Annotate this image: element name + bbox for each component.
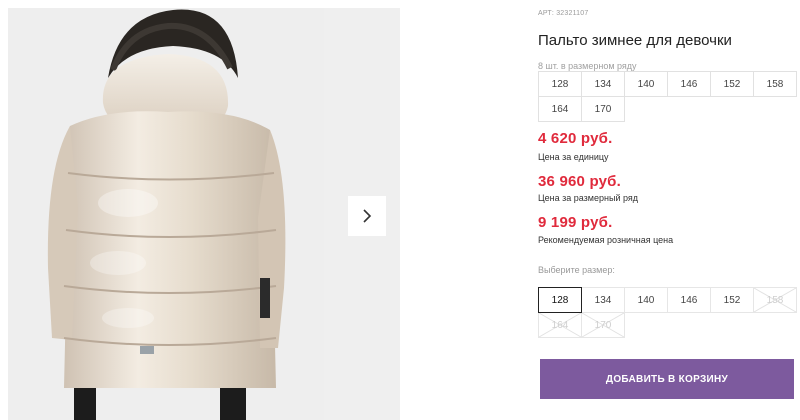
size-option-164: 164 bbox=[538, 312, 582, 338]
size-picker: 128 134 140 146 152 158 164 170 bbox=[538, 287, 797, 338]
choose-size-caption: Выберите размер: bbox=[538, 265, 615, 275]
size-option-134[interactable]: 134 bbox=[581, 287, 625, 313]
size-row-cell: 128 bbox=[538, 71, 582, 97]
product-gallery bbox=[0, 0, 400, 420]
retail-price-caption: Рекомендуемая розничная цена bbox=[538, 235, 674, 245]
size-row-cell: 158 bbox=[753, 71, 797, 97]
size-row-cell: 140 bbox=[624, 71, 668, 97]
retail-price: 9 199 руб. bbox=[538, 214, 613, 231]
size-row-caption: 8 шт. в размерном ряду bbox=[538, 61, 637, 71]
product-sku: АРТ: 32321107 bbox=[538, 10, 588, 17]
product-photo[interactable] bbox=[8, 8, 324, 420]
unit-price: 4 620 руб. bbox=[538, 130, 613, 147]
size-row-grid: 128 134 140 146 152 158 164 170 bbox=[538, 71, 797, 122]
size-option-label: 146 bbox=[680, 294, 698, 306]
coat-illustration bbox=[8, 8, 324, 420]
unit-price-caption: Цена за единицу bbox=[538, 152, 609, 162]
size-option-140[interactable]: 140 bbox=[624, 287, 668, 313]
product-info: АРТ: 32321107 Пальто зимнее для девочки … bbox=[538, 0, 800, 420]
size-row-cell: 146 bbox=[667, 71, 711, 97]
size-option-128[interactable]: 128 bbox=[538, 287, 582, 313]
size-option-label: 152 bbox=[723, 294, 741, 306]
size-option-label: 158 bbox=[766, 294, 784, 306]
size-option-152[interactable]: 152 bbox=[710, 287, 754, 313]
chevron-right-icon bbox=[363, 209, 372, 223]
sku-value: 32321107 bbox=[556, 10, 589, 17]
size-row-price: 36 960 руб. bbox=[538, 173, 621, 190]
size-option-label: 164 bbox=[551, 319, 569, 331]
size-row-cell: 170 bbox=[581, 96, 625, 122]
size-option-146[interactable]: 146 bbox=[667, 287, 711, 313]
add-to-cart-button[interactable]: ДОБАВИТЬ В КОРЗИНУ bbox=[540, 359, 794, 399]
size-option-label: 128 bbox=[551, 294, 569, 306]
product-title: Пальто зимнее для девочки bbox=[538, 32, 732, 49]
size-option-170: 170 bbox=[581, 312, 625, 338]
size-row-price-caption: Цена за размерный ряд bbox=[538, 193, 639, 203]
size-option-label: 140 bbox=[637, 294, 655, 306]
size-row-cell: 152 bbox=[710, 71, 754, 97]
sku-label: АРТ: bbox=[538, 10, 555, 17]
size-option-label: 170 bbox=[594, 319, 612, 331]
size-row-cell: 134 bbox=[581, 71, 625, 97]
size-row-cell: 164 bbox=[538, 96, 582, 122]
size-option-158: 158 bbox=[753, 287, 797, 313]
gallery-next-button[interactable] bbox=[348, 196, 386, 236]
size-option-label: 134 bbox=[594, 294, 612, 306]
